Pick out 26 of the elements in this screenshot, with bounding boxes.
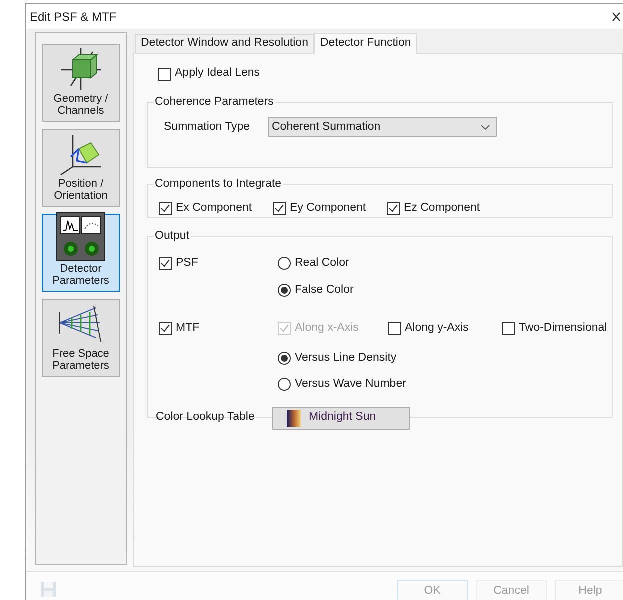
group-title: Components to Integrate <box>154 177 283 192</box>
window-title: Edit PSF & MTF <box>30 8 117 26</box>
radio-button[interactable]: Real Color <box>278 255 350 272</box>
sidebar-button[interactable]: Geometry / Channels <box>42 44 120 122</box>
color-lookup-button[interactable]: Midnight Sun <box>272 406 410 430</box>
checkbox[interactable]: Apply Ideal Lens <box>158 66 260 82</box>
checkbox[interactable]: Ey Component <box>273 200 366 218</box>
group-title: Coherence Parameters <box>154 95 275 110</box>
tab[interactable]: Detector Function <box>314 33 418 54</box>
checkbox[interactable]: Ez Component <box>387 200 480 218</box>
sidebar-button[interactable]: Free Space Parameters <box>42 299 120 377</box>
radio-button[interactable]: Versus Wave Number <box>278 376 406 394</box>
radio-button[interactable]: False Color <box>278 282 354 299</box>
field-label: Color Lookup Table <box>156 410 256 426</box>
sidebar-button[interactable]: Position / Orientation <box>42 129 120 207</box>
checkbox[interactable]: PSF <box>159 255 198 272</box>
summation-type-dropdown[interactable]: Coherent Summation <box>268 117 497 138</box>
checkbox[interactable]: Along y-Axis <box>388 320 469 337</box>
checkbox[interactable]: Ex Component <box>159 200 252 218</box>
checkbox[interactable]: Two-Dimensional <box>502 320 608 337</box>
radio-button[interactable]: Versus Line Density <box>278 350 397 368</box>
group-title: Output <box>154 229 191 244</box>
sidebar-button[interactable]: Detector Parameters <box>42 214 120 292</box>
tab[interactable]: Detector Window and Resolution <box>135 34 314 53</box>
field-label: Summation Type <box>164 120 252 135</box>
checkbox[interactable]: MTF <box>159 320 200 337</box>
